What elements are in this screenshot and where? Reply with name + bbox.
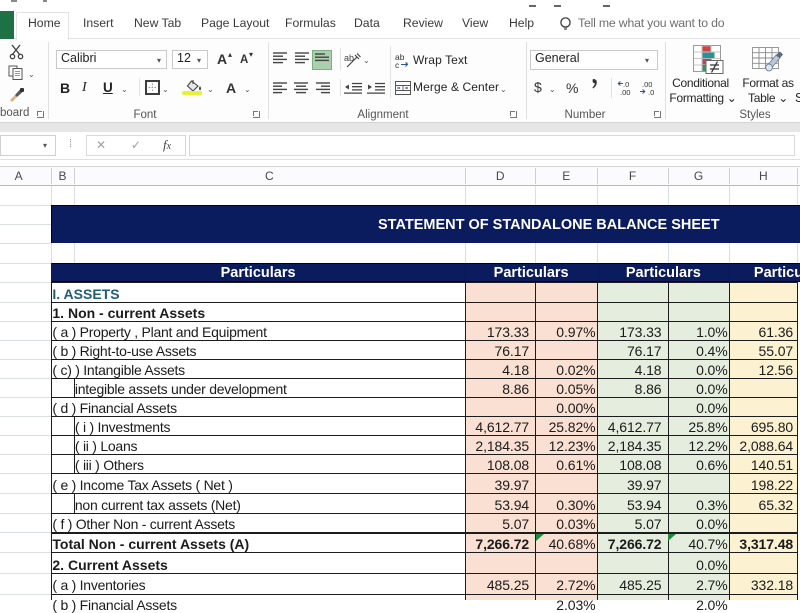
svg-text:.0: .0 xyxy=(648,88,654,96)
svg-text:.00: .00 xyxy=(620,88,630,96)
